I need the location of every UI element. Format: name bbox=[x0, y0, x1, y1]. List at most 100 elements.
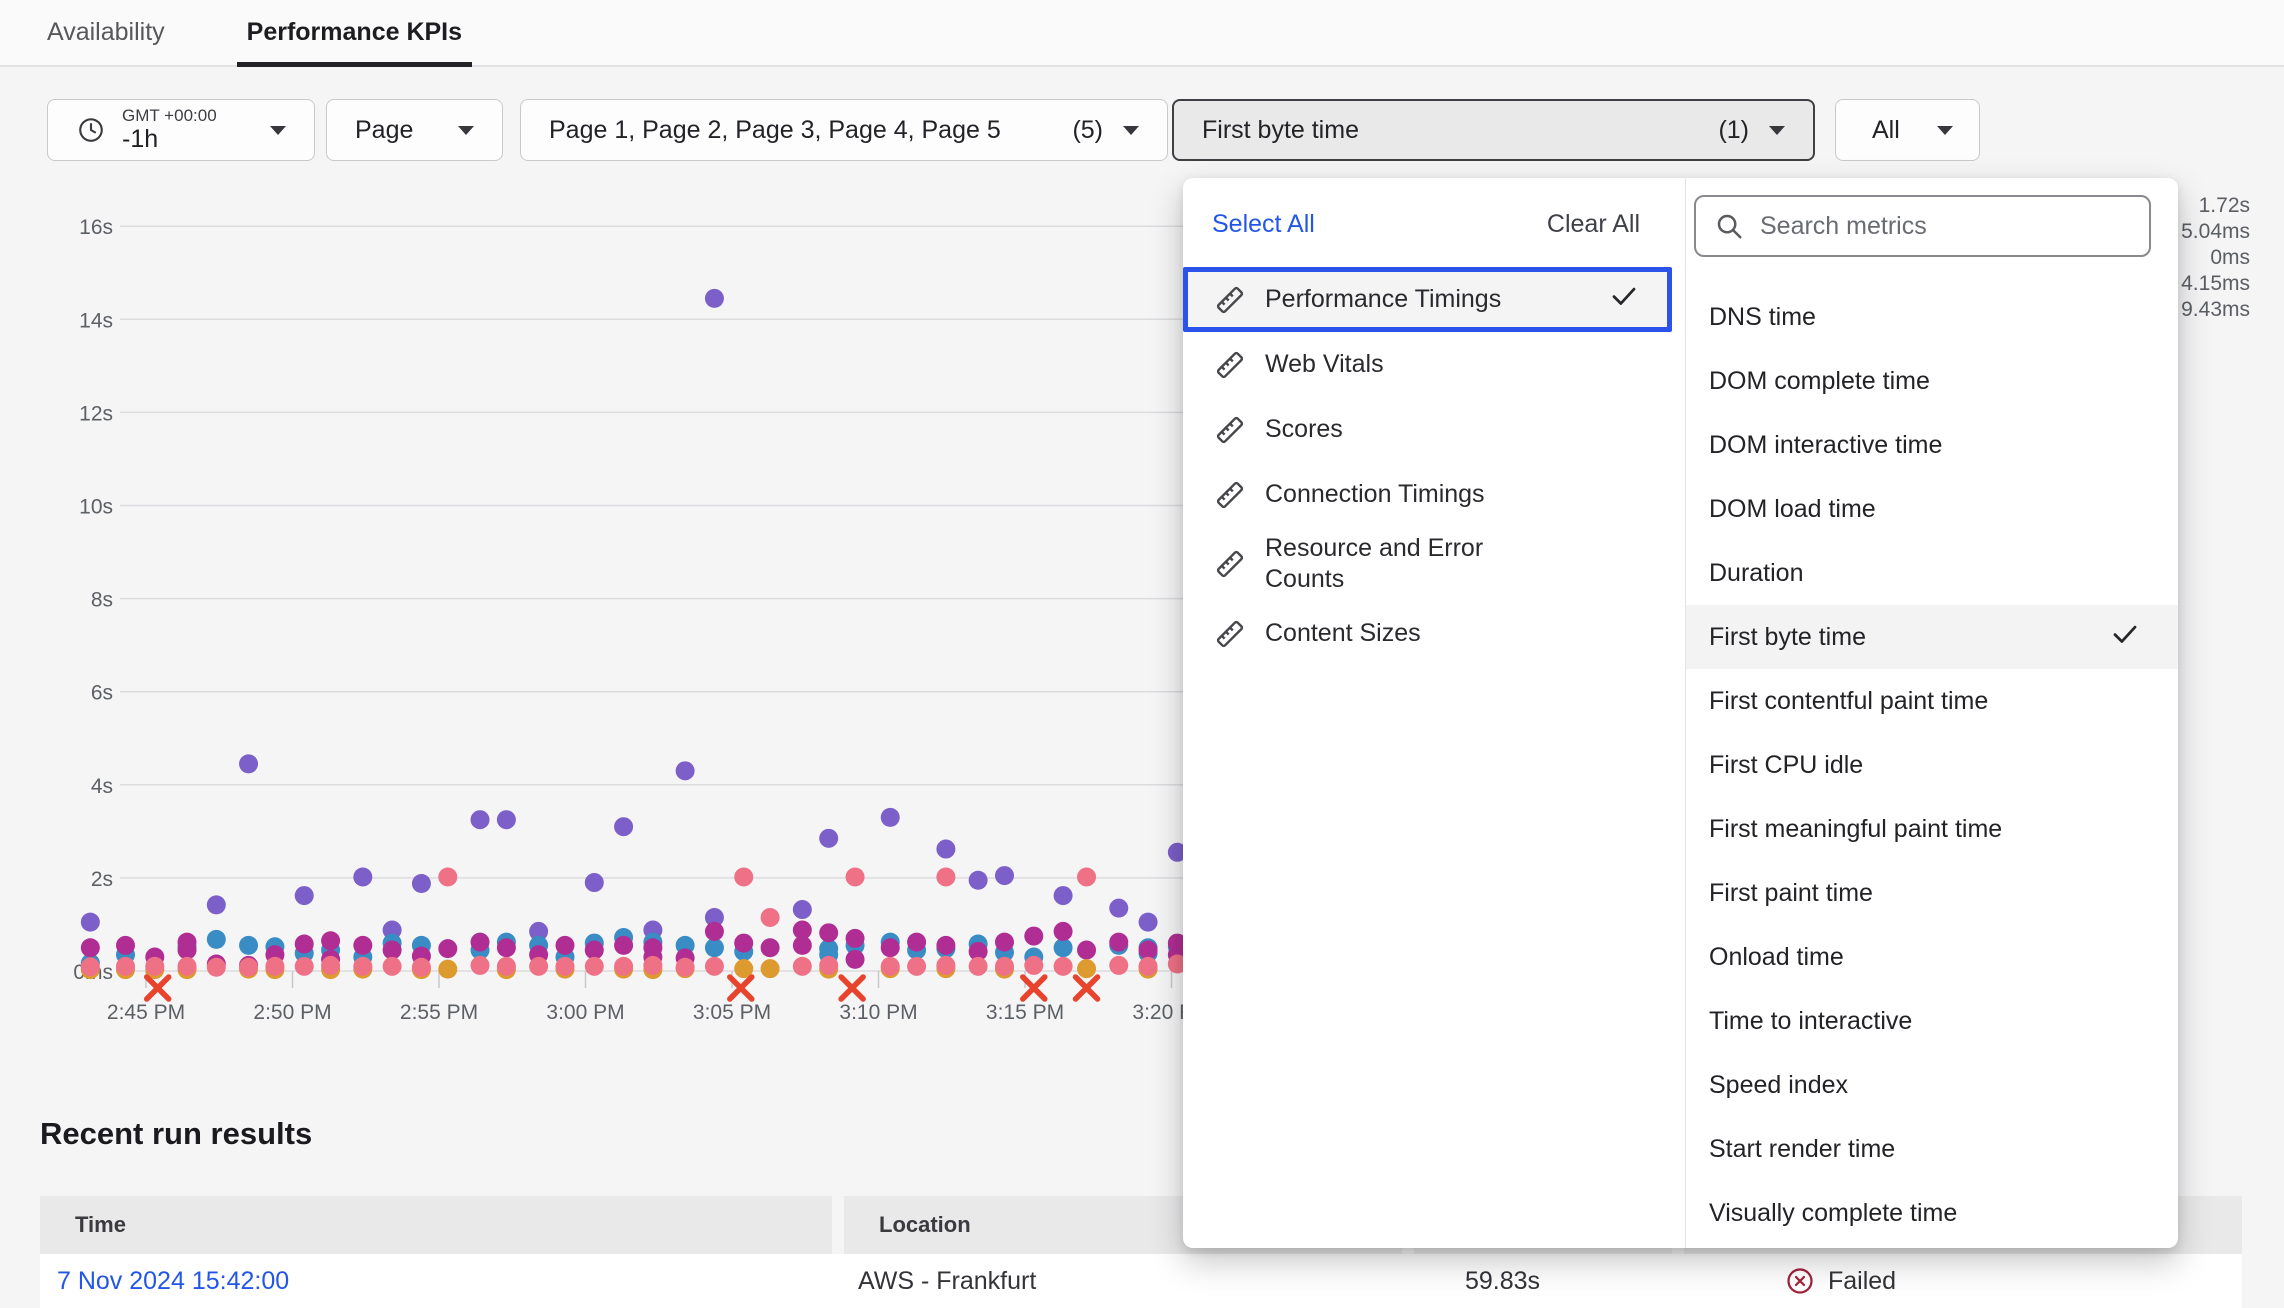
data-point-series-magenta[interactable] bbox=[907, 933, 926, 952]
category-scores[interactable]: Scores bbox=[1183, 397, 1685, 462]
data-point-series-purple[interactable] bbox=[995, 866, 1014, 885]
metric-option-first-byte-time[interactable]: First byte time bbox=[1686, 605, 2178, 669]
metric-option-dom-load-time[interactable]: DOM load time bbox=[1686, 477, 2178, 541]
category-web-vitals[interactable]: Web Vitals bbox=[1183, 332, 1685, 397]
data-point-series-pink[interactable] bbox=[295, 957, 314, 976]
data-point-series-magenta[interactable] bbox=[1024, 927, 1043, 946]
data-point-series-pink[interactable] bbox=[321, 956, 340, 975]
data-point-series-magenta[interactable] bbox=[1139, 941, 1158, 960]
failed-run-marker[interactable] bbox=[1076, 977, 1098, 999]
metric-multiselect[interactable]: First byte time (1) bbox=[1172, 99, 1815, 161]
data-point-series-pink[interactable] bbox=[178, 957, 197, 976]
data-point-series-pink[interactable] bbox=[497, 957, 516, 976]
data-point-series-magenta[interactable] bbox=[497, 938, 516, 957]
data-point-series-magenta[interactable] bbox=[321, 931, 340, 950]
data-point-series-blue[interactable] bbox=[239, 936, 258, 955]
category-resource-and-error-counts[interactable]: Resource and Error Counts bbox=[1183, 527, 1685, 602]
data-point-series-magenta[interactable] bbox=[1054, 922, 1073, 941]
data-point-series-magenta[interactable] bbox=[178, 941, 197, 960]
scope-dropdown[interactable]: All bbox=[1835, 99, 1980, 161]
failed-run-marker[interactable] bbox=[841, 977, 863, 999]
data-point-series-purple[interactable] bbox=[1054, 886, 1073, 905]
data-point-series-magenta[interactable] bbox=[383, 941, 402, 960]
data-point-series-purple[interactable] bbox=[412, 874, 431, 893]
failed-run-marker[interactable] bbox=[147, 977, 169, 999]
metric-option-time-to-interactive[interactable]: Time to interactive bbox=[1686, 989, 2178, 1053]
clear-all-link[interactable]: Clear All bbox=[1547, 210, 1640, 239]
metric-option-first-meaningful-paint-time[interactable]: First meaningful paint time bbox=[1686, 797, 2178, 861]
metric-option-start-render-time[interactable]: Start render time bbox=[1686, 1117, 2178, 1181]
data-point-series-magenta[interactable] bbox=[614, 936, 633, 955]
data-point-series-purple[interactable] bbox=[295, 886, 314, 905]
data-point-series-pink[interactable] bbox=[239, 958, 258, 977]
data-point-series-pink[interactable] bbox=[936, 956, 955, 975]
data-point-series-blue[interactable] bbox=[705, 938, 724, 957]
data-point-series-magenta[interactable] bbox=[705, 922, 724, 941]
metric-option-visually-complete-time[interactable]: Visually complete time bbox=[1686, 1181, 2178, 1245]
data-point-series-magenta[interactable] bbox=[555, 936, 574, 955]
data-point-series-purple[interactable] bbox=[819, 829, 838, 848]
data-point-series-pink[interactable] bbox=[643, 956, 662, 975]
data-point-series-pink[interactable] bbox=[907, 957, 926, 976]
data-point-series-pink[interactable] bbox=[265, 957, 284, 976]
data-point-series-blue[interactable] bbox=[1054, 938, 1073, 957]
data-point-series-pink[interactable] bbox=[1077, 867, 1096, 886]
run-time-link[interactable]: 7 Nov 2024 15:42:00 bbox=[57, 1267, 289, 1296]
data-point-series-magenta[interactable] bbox=[353, 936, 372, 955]
data-point-series-magenta[interactable] bbox=[81, 938, 100, 957]
data-point-series-purple[interactable] bbox=[969, 871, 988, 890]
data-point-series-magenta[interactable] bbox=[438, 939, 457, 958]
data-point-series-pink[interactable] bbox=[412, 958, 431, 977]
data-point-series-purple[interactable] bbox=[81, 913, 100, 932]
category-connection-timings[interactable]: Connection Timings bbox=[1183, 462, 1685, 527]
data-point-series-pink[interactable] bbox=[1024, 956, 1043, 975]
data-point-series-pink[interactable] bbox=[1139, 957, 1158, 976]
data-point-series-purple[interactable] bbox=[1109, 899, 1128, 918]
data-point-series-purple[interactable] bbox=[936, 840, 955, 859]
data-point-series-pink[interactable] bbox=[1109, 956, 1128, 975]
data-point-series-pink[interactable] bbox=[676, 958, 695, 977]
metric-option-speed-index[interactable]: Speed index bbox=[1686, 1053, 2178, 1117]
data-point-series-pink[interactable] bbox=[1054, 957, 1073, 976]
data-point-series-purple[interactable] bbox=[705, 289, 724, 308]
data-point-series-purple[interactable] bbox=[471, 810, 490, 829]
data-point-series-pink[interactable] bbox=[116, 957, 135, 976]
data-point-series-pink[interactable] bbox=[761, 908, 780, 927]
data-point-series-magenta[interactable] bbox=[819, 923, 838, 942]
data-point-series-purple[interactable] bbox=[239, 754, 258, 773]
metric-option-duration[interactable]: Duration bbox=[1686, 541, 2178, 605]
data-point-series-pink[interactable] bbox=[881, 957, 900, 976]
time-range-picker[interactable]: GMT +00:00 -1h bbox=[47, 99, 315, 161]
data-point-series-purple[interactable] bbox=[353, 867, 372, 886]
data-point-series-purple[interactable] bbox=[207, 895, 226, 914]
data-point-series-purple[interactable] bbox=[881, 808, 900, 827]
data-point-series-pink[interactable] bbox=[585, 957, 604, 976]
tab-performance-kpis[interactable]: Performance KPIs bbox=[247, 0, 462, 65]
metric-option-first-contentful-paint-time[interactable]: First contentful paint time bbox=[1686, 669, 2178, 733]
data-point-series-magenta[interactable] bbox=[846, 950, 865, 969]
data-point-series-purple[interactable] bbox=[585, 873, 604, 892]
group-by-dropdown[interactable]: Page bbox=[326, 99, 503, 161]
data-point-series-pink[interactable] bbox=[793, 957, 812, 976]
data-point-series-magenta[interactable] bbox=[936, 936, 955, 955]
data-point-series-pink[interactable] bbox=[81, 957, 100, 976]
category-content-sizes[interactable]: Content Sizes bbox=[1183, 602, 1685, 667]
data-point-series-magenta[interactable] bbox=[846, 929, 865, 948]
data-point-series-magenta[interactable] bbox=[585, 941, 604, 960]
data-point-series-magenta[interactable] bbox=[734, 934, 753, 953]
data-point-series-orange[interactable] bbox=[761, 959, 780, 978]
data-point-series-pink[interactable] bbox=[995, 957, 1014, 976]
data-point-series-magenta[interactable] bbox=[793, 936, 812, 955]
data-point-series-orange[interactable] bbox=[438, 960, 457, 979]
data-point-series-pink[interactable] bbox=[207, 958, 226, 977]
data-point-series-pink[interactable] bbox=[438, 867, 457, 886]
data-point-series-pink[interactable] bbox=[614, 957, 633, 976]
data-point-series-pink[interactable] bbox=[555, 957, 574, 976]
data-point-series-orange[interactable] bbox=[1077, 959, 1096, 978]
data-point-series-magenta[interactable] bbox=[881, 938, 900, 957]
data-point-series-blue[interactable] bbox=[207, 930, 226, 949]
data-point-series-magenta[interactable] bbox=[295, 935, 314, 954]
category-performance-timings[interactable]: Performance Timings bbox=[1183, 267, 1672, 332]
data-point-series-pink[interactable] bbox=[705, 957, 724, 976]
data-point-series-pink[interactable] bbox=[819, 956, 838, 975]
